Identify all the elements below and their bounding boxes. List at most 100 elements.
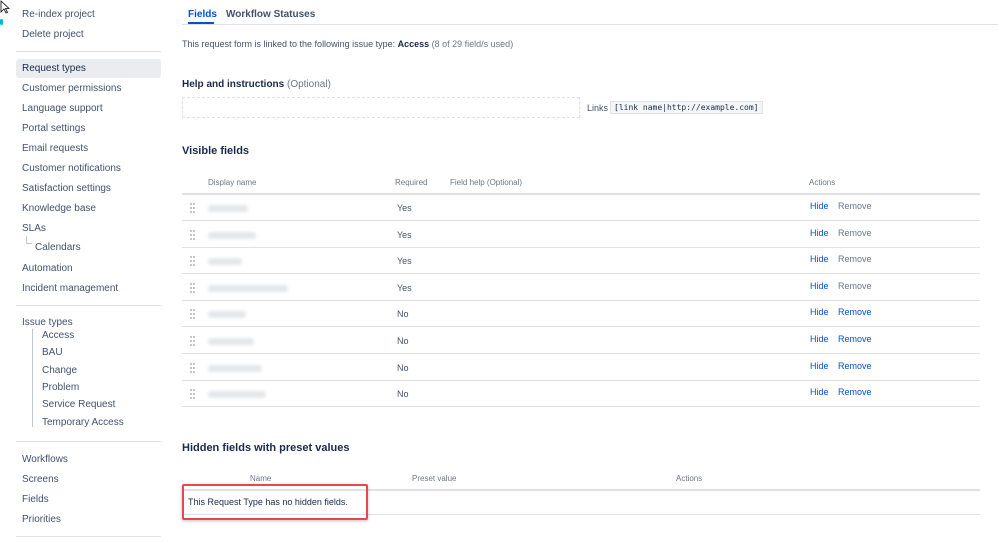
- col-preset-value: Preset value: [412, 474, 457, 483]
- drag-handle-icon[interactable]: [190, 229, 195, 240]
- sidebar-item-screens[interactable]: Screens: [16, 470, 161, 489]
- sidebar-item-reindex-project[interactable]: Re-index project: [16, 5, 161, 24]
- col-actions: Actions: [809, 178, 836, 187]
- issue-type-info: This request form is linked to the follo…: [182, 39, 513, 49]
- table-row: Yes Hide Remove: [182, 275, 980, 301]
- hide-field-button[interactable]: Hide: [810, 254, 829, 264]
- tab-workflow-statuses[interactable]: Workflow Statuses: [226, 8, 315, 24]
- sidebar-item-automation[interactable]: Automation: [16, 259, 161, 278]
- remove-field-button[interactable]: Remove: [838, 228, 872, 238]
- remove-field-button[interactable]: Remove: [838, 334, 872, 344]
- visible-fields-title: Visible fields: [182, 145, 250, 157]
- hide-field-button[interactable]: Hide: [810, 201, 829, 211]
- linked-issue-type: Access: [397, 39, 430, 49]
- field-display-name-redacted: [208, 205, 248, 212]
- field-display-name-redacted: [208, 364, 262, 372]
- field-display-name-redacted: [208, 338, 254, 345]
- sidebar-item-issue-types[interactable]: Issue types: [16, 313, 161, 332]
- drag-handle-icon[interactable]: [190, 309, 195, 320]
- field-display-name-redacted: [208, 311, 246, 319]
- hide-field-button[interactable]: Hide: [810, 387, 829, 397]
- issue-type-service-request[interactable]: Service Request: [42, 398, 115, 412]
- issue-type-access[interactable]: Access: [42, 329, 74, 343]
- hide-field-button[interactable]: Hide: [810, 281, 829, 291]
- issue-type-bau[interactable]: BAU: [42, 346, 63, 360]
- col-required: Required: [395, 178, 428, 187]
- optional-hint: (Optional): [284, 79, 331, 90]
- table-row: Yes Hide Remove: [182, 248, 980, 275]
- tree-connector: [26, 236, 32, 244]
- remove-field-button[interactable]: Remove: [838, 254, 872, 264]
- issue-type-problem[interactable]: Problem: [42, 381, 79, 395]
- mouse-pointer-icon: [0, 0, 10, 14]
- col-display-name: Display name: [208, 178, 257, 187]
- field-required-value: Yes: [397, 256, 412, 267]
- field-count: (8 of 29 field/s used): [429, 39, 514, 49]
- hide-field-button[interactable]: Hide: [810, 228, 829, 238]
- sidebar-item-request-types[interactable]: Request types: [16, 59, 161, 78]
- remove-field-button[interactable]: Remove: [838, 387, 872, 397]
- status-dot-icon: [0, 19, 3, 25]
- drag-handle-icon[interactable]: [190, 256, 195, 267]
- optional-hint: (Optional): [484, 178, 523, 187]
- sidebar-item-incident-management[interactable]: Incident management: [16, 279, 161, 298]
- sidebar-item-slas[interactable]: SLAs: [16, 219, 161, 238]
- sidebar-item-calendars[interactable]: Calendars: [35, 241, 81, 255]
- settings-sidebar: Re-index project Delete project Request …: [0, 0, 168, 542]
- field-required-value: Yes: [397, 282, 412, 293]
- sidebar-item-customer-notifications[interactable]: Customer notifications: [16, 159, 161, 178]
- sidebar-item-email-requests[interactable]: Email requests: [16, 139, 161, 158]
- sidebar-item-delete-project[interactable]: Delete project: [16, 25, 161, 44]
- help-label-text: Help and instructions: [182, 79, 285, 90]
- sidebar-item-priorities[interactable]: Priorities: [16, 510, 161, 529]
- hide-field-button[interactable]: Hide: [810, 334, 829, 344]
- remove-field-button[interactable]: Remove: [838, 361, 872, 371]
- hidden-fields-title: Hidden fields with preset values: [182, 442, 350, 454]
- drag-handle-icon[interactable]: [190, 336, 195, 346]
- tab-divider: [182, 24, 998, 25]
- links-syntax-example: [link name|http://example.com]: [610, 101, 763, 114]
- drag-handle-icon[interactable]: [190, 203, 195, 213]
- table-row: No Hide Remove: [182, 355, 980, 381]
- table-row: Yes Hide Remove: [182, 222, 980, 248]
- field-required-value: No: [397, 336, 409, 346]
- table-row: No Hide Remove: [182, 328, 980, 354]
- drag-handle-icon[interactable]: [190, 362, 195, 373]
- field-display-name-redacted: [208, 258, 242, 266]
- sidebar-item-satisfaction-settings[interactable]: Satisfaction settings: [16, 179, 161, 198]
- sidebar-divider: [16, 51, 161, 52]
- links-label: Links: [587, 103, 609, 113]
- field-required-value: No: [397, 309, 409, 320]
- col-actions: Actions: [676, 474, 703, 483]
- table-row: Yes Hide Remove: [182, 195, 980, 221]
- field-required-value: No: [397, 389, 409, 400]
- sidebar-item-language-support[interactable]: Language support: [16, 99, 161, 118]
- field-required-value: Yes: [397, 229, 412, 240]
- remove-field-button[interactable]: Remove: [838, 281, 872, 291]
- field-display-name-redacted: [208, 391, 266, 399]
- main-content: Fields Workflow Statuses This request fo…: [168, 0, 998, 542]
- col-field-help-label: Field help: [450, 178, 485, 187]
- hide-field-button[interactable]: Hide: [810, 361, 829, 371]
- col-field-help: Field help (Optional): [450, 178, 522, 187]
- info-prefix: This request form is linked to the follo…: [182, 39, 398, 49]
- drag-handle-icon[interactable]: [190, 389, 195, 400]
- sidebar-item-portal-settings[interactable]: Portal settings: [16, 119, 161, 138]
- field-required-value: Yes: [397, 203, 412, 213]
- remove-field-button[interactable]: Remove: [838, 201, 872, 211]
- table-row: No Hide Remove: [182, 301, 980, 328]
- drag-handle-icon[interactable]: [190, 282, 195, 293]
- field-display-name-redacted: [208, 284, 288, 292]
- issue-type-temporary-access[interactable]: Temporary Access: [42, 416, 124, 430]
- issue-type-change[interactable]: Change: [42, 364, 77, 378]
- help-instructions-label: Help and instructions (Optional): [182, 79, 331, 90]
- remove-field-button[interactable]: Remove: [838, 307, 872, 317]
- help-instructions-input[interactable]: [182, 97, 580, 118]
- hide-field-button[interactable]: Hide: [810, 307, 829, 317]
- sidebar-item-workflows[interactable]: Workflows: [16, 450, 161, 469]
- sidebar-item-knowledge-base[interactable]: Knowledge base: [16, 199, 161, 218]
- sidebar-item-fields[interactable]: Fields: [16, 490, 161, 509]
- sidebar-item-customer-permissions[interactable]: Customer permissions: [16, 79, 161, 98]
- col-name: Name: [250, 474, 272, 483]
- sidebar-divider: [16, 305, 161, 306]
